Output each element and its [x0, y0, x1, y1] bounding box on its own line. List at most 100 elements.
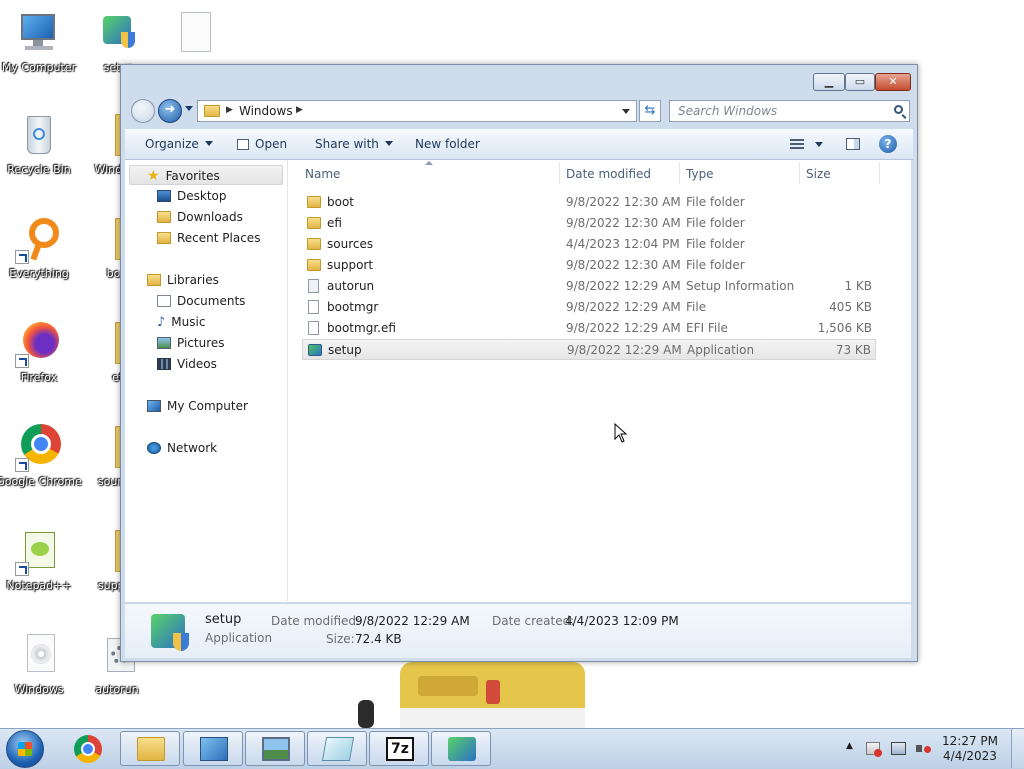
setup-info-icon — [308, 279, 319, 293]
chrome-icon — [15, 424, 63, 472]
breadcrumb-windows[interactable]: Windows — [239, 104, 293, 118]
nav-downloads[interactable]: Downloads — [157, 210, 243, 224]
file-list[interactable]: Name Date modified Type Size boot 9/8/20… — [288, 160, 911, 602]
file-date-modified: 9/8/2022 12:30 AM — [566, 195, 681, 209]
show-desktop-button[interactable] — [1011, 729, 1024, 768]
nav-videos[interactable]: Videos — [157, 357, 217, 371]
image-viewer-icon — [262, 737, 290, 761]
organize-button[interactable]: Organize — [145, 137, 213, 151]
action-center-icon[interactable] — [866, 742, 882, 757]
notepad-icon — [321, 737, 355, 761]
breadcrumb-separator[interactable]: ▶ — [226, 105, 233, 115]
column-header-type[interactable]: Type — [680, 160, 798, 186]
nav-libraries[interactable]: Libraries — [147, 273, 219, 287]
forward-button[interactable]: ➜ — [158, 99, 182, 123]
new-folder-button[interactable]: New folder — [415, 137, 480, 151]
file-row-bootmgr[interactable]: bootmgr 9/8/2022 12:29 AM File 405 KB — [302, 297, 876, 318]
back-button[interactable] — [131, 99, 155, 123]
desktop-icon-firefox[interactable]: Firefox — [0, 320, 82, 385]
system-clock[interactable]: 12:27 PM 4/4/2023 — [942, 734, 998, 764]
desktop-icon-google-chrome[interactable]: Google Chrome — [0, 424, 82, 489]
column-header-size[interactable]: Size — [800, 160, 878, 186]
chevron-down-icon — [204, 141, 213, 146]
recent-pages-dropdown[interactable] — [185, 106, 193, 111]
column-header-label: Type — [686, 167, 714, 181]
taskbar-7zip[interactable]: 7z — [369, 731, 429, 766]
videos-icon — [157, 358, 171, 370]
desktop-icon-label: Recycle Bin — [7, 163, 71, 176]
share-with-button[interactable]: Share with — [315, 137, 393, 151]
desktop-icon-notepad-plus-plus[interactable]: Notepad++ — [0, 528, 82, 593]
search-input[interactable]: Search Windows — [669, 100, 910, 122]
file-row-efi[interactable]: efi 9/8/2022 12:30 AM File folder — [302, 213, 876, 234]
clock-time: 12:27 PM — [942, 734, 998, 748]
taskbar-control-panel[interactable] — [183, 731, 243, 766]
nav-desktop[interactable]: Desktop — [157, 189, 227, 203]
open-button[interactable]: Open — [237, 137, 287, 151]
taskbar-chrome[interactable] — [58, 731, 118, 766]
computer-icon — [147, 400, 161, 412]
desktop-icon-label: Everything — [9, 267, 69, 280]
file-date-modified: 9/8/2022 12:29 AM — [567, 343, 682, 357]
explorer-window[interactable]: ▁ ▭ ✕ ➜ ▶ Windows ▶ ⇆ Search Windows Org… — [120, 64, 918, 662]
desktop-icon — [157, 190, 171, 202]
recent-places-icon — [157, 232, 171, 244]
nav-favorites[interactable]: ★ Favorites — [147, 168, 220, 184]
nav-documents[interactable]: Documents — [157, 294, 245, 308]
nav-label: Desktop — [177, 189, 227, 203]
nav-pictures[interactable]: Pictures — [157, 336, 225, 350]
file-name: bootmgr — [327, 300, 379, 314]
file-row-bootmgr-efi[interactable]: bootmgr.efi 9/8/2022 12:29 AM EFI File 1… — [302, 318, 876, 339]
desktop-icon-windows-disc[interactable]: Windows — [0, 632, 82, 697]
network-status-icon[interactable] — [891, 742, 906, 755]
address-dropdown-icon[interactable] — [622, 109, 630, 114]
volume-muted-icon[interactable] — [916, 742, 931, 755]
firefox-icon — [15, 320, 63, 368]
desktop-icon-recycle-bin[interactable]: Recycle Bin — [0, 112, 82, 177]
taskbar-notepad[interactable] — [307, 731, 367, 766]
column-header-date-modified[interactable]: Date modified — [560, 160, 678, 186]
details-file-name: setup — [205, 612, 242, 627]
nav-my-computer[interactable]: My Computer — [147, 399, 248, 413]
nav-music[interactable]: ♪ Music — [157, 315, 205, 330]
desktop-icon-my-computer[interactable]: My Computer — [0, 10, 82, 75]
desktop-icon-file[interactable] — [152, 10, 238, 61]
details-view-icon — [790, 139, 804, 149]
help-button[interactable]: ? — [879, 135, 897, 153]
folder-icon — [307, 259, 321, 271]
taskbar-image-viewer[interactable] — [245, 731, 305, 766]
taskbar-file-explorer[interactable] — [120, 731, 180, 766]
address-bar[interactable]: ▶ Windows ▶ — [197, 100, 637, 122]
nav-recent-places[interactable]: Recent Places — [157, 231, 260, 245]
title-bar[interactable]: ▁ ▭ ✕ — [121, 65, 917, 95]
nav-network[interactable]: Network — [147, 441, 217, 455]
file-date-modified: 9/8/2022 12:30 AM — [566, 216, 681, 230]
desktop-icon-everything[interactable]: Everything — [0, 216, 82, 281]
folder-icon — [307, 238, 321, 250]
close-button[interactable]: ✕ — [875, 73, 911, 91]
preview-pane-button[interactable] — [845, 136, 861, 152]
search-icon[interactable] — [894, 105, 903, 114]
file-type: File folder — [686, 216, 745, 230]
file-row-sources[interactable]: sources 4/4/2023 12:04 PM File folder — [302, 234, 876, 255]
breadcrumb-separator[interactable]: ▶ — [296, 105, 303, 115]
change-view-button[interactable] — [789, 136, 805, 152]
pictures-icon — [157, 337, 171, 349]
minimize-button[interactable]: ▁ — [813, 73, 845, 91]
everything-search-icon — [15, 216, 63, 264]
maximize-button[interactable]: ▭ — [845, 73, 875, 91]
refresh-button[interactable]: ⇆ — [639, 100, 661, 122]
network-icon — [147, 442, 161, 454]
show-hidden-icons-button[interactable]: ▲ — [846, 741, 853, 751]
file-row-setup[interactable]: setup 9/8/2022 12:29 AM Application 73 K… — [302, 339, 876, 360]
column-divider[interactable] — [879, 162, 880, 184]
column-header-name[interactable]: Name — [288, 160, 558, 186]
file-row-autorun[interactable]: autorun 9/8/2022 12:29 AM Setup Informat… — [302, 276, 876, 297]
file-row-support[interactable]: support 9/8/2022 12:30 AM File folder — [302, 255, 876, 276]
setup-app-icon — [308, 344, 322, 356]
taskbar-setup[interactable] — [431, 731, 491, 766]
view-options-dropdown[interactable] — [815, 142, 823, 147]
file-row-boot[interactable]: boot 9/8/2022 12:30 AM File folder — [302, 192, 876, 213]
start-button[interactable] — [6, 730, 44, 768]
details-size-label: Size: — [326, 632, 355, 646]
